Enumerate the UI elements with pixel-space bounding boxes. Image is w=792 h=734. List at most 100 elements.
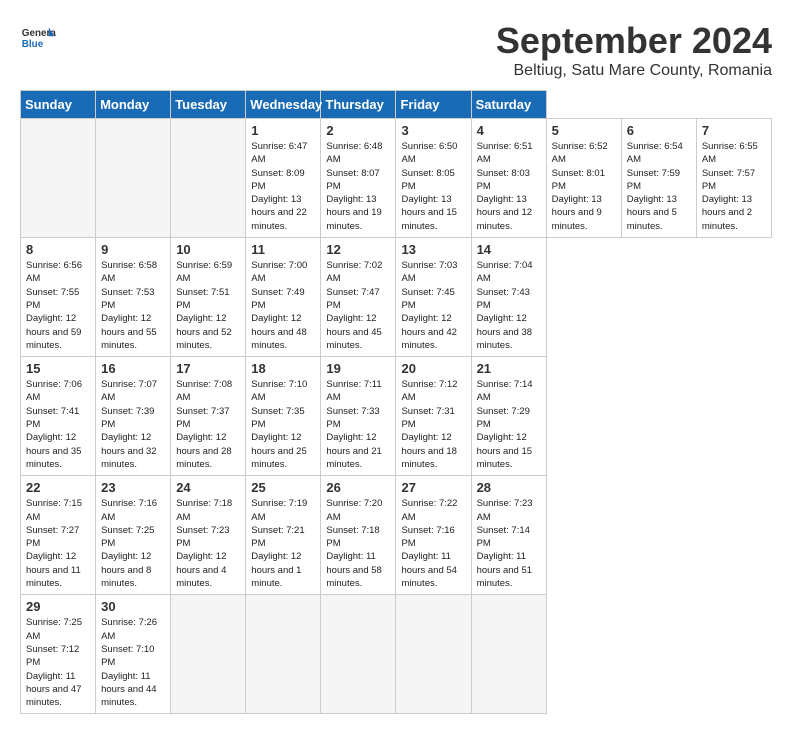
day-info: Sunrise: 6:48 AMSunset: 8:07 PMDaylight:… xyxy=(326,140,390,233)
calendar-cell: 12Sunrise: 7:02 AMSunset: 7:47 PMDayligh… xyxy=(321,238,396,357)
day-info: Sunrise: 7:19 AMSunset: 7:21 PMDaylight:… xyxy=(251,497,315,590)
calendar-cell: 3 Sunrise: 6:50 AMSunset: 8:05 PMDaylight… xyxy=(396,119,471,238)
calendar-cell: 15Sunrise: 7:06 AMSunset: 7:41 PMDayligh… xyxy=(21,357,96,476)
calendar-cell: 6 Sunrise: 6:54 AMSunset: 7:59 PMDaylight… xyxy=(621,119,696,238)
day-number: 17 xyxy=(176,361,240,376)
calendar-cell xyxy=(21,119,96,238)
column-header-sunday: Sunday xyxy=(21,91,96,119)
calendar-week-row: 22 Sunrise: 7:15 AMSunset: 7:27 PMDayligh… xyxy=(21,476,772,595)
day-info: Sunrise: 7:00 AMSunset: 7:49 PMDaylight:… xyxy=(251,259,315,352)
calendar-cell: 10Sunrise: 6:59 AMSunset: 7:51 PMDayligh… xyxy=(171,238,246,357)
day-number: 7 xyxy=(702,123,766,138)
day-info: Sunrise: 7:04 AMSunset: 7:43 PMDaylight:… xyxy=(477,259,541,352)
day-info: Sunrise: 6:58 AMSunset: 7:53 PMDaylight:… xyxy=(101,259,165,352)
day-info: Sunrise: 7:22 AMSunset: 7:16 PMDaylight:… xyxy=(401,497,465,590)
calendar-cell: 16 Sunrise: 7:07 AMSunset: 7:39 PMDayligh… xyxy=(96,357,171,476)
calendar-table: SundayMondayTuesdayWednesdayThursdayFrid… xyxy=(20,90,772,714)
calendar-cell xyxy=(246,595,321,714)
calendar-cell: 17 Sunrise: 7:08 AMSunset: 7:37 PMDayligh… xyxy=(171,357,246,476)
day-info: Sunrise: 7:08 AMSunset: 7:37 PMDaylight:… xyxy=(176,378,240,471)
logo-icon: General Blue xyxy=(20,20,56,56)
calendar-cell: 21Sunrise: 7:14 AMSunset: 7:29 PMDayligh… xyxy=(471,357,546,476)
day-info: Sunrise: 7:25 AMSunset: 7:12 PMDaylight:… xyxy=(26,616,90,709)
calendar-cell: 4 Sunrise: 6:51 AMSunset: 8:03 PMDaylight… xyxy=(471,119,546,238)
location-subtitle: Beltiug, Satu Mare County, Romania xyxy=(496,62,772,80)
day-info: Sunrise: 7:15 AMSunset: 7:27 PMDaylight:… xyxy=(26,497,90,590)
calendar-cell: 5 Sunrise: 6:52 AMSunset: 8:01 PMDaylight… xyxy=(546,119,621,238)
day-number: 12 xyxy=(326,242,390,257)
day-number: 27 xyxy=(401,480,465,495)
day-info: Sunrise: 6:54 AMSunset: 7:59 PMDaylight:… xyxy=(627,140,691,233)
calendar-cell: 9 Sunrise: 6:58 AMSunset: 7:53 PMDaylight… xyxy=(96,238,171,357)
column-header-thursday: Thursday xyxy=(321,91,396,119)
calendar-cell xyxy=(471,595,546,714)
day-number: 10 xyxy=(176,242,240,257)
day-number: 20 xyxy=(401,361,465,376)
day-number: 30 xyxy=(101,599,165,614)
day-info: Sunrise: 7:26 AMSunset: 7:10 PMDaylight:… xyxy=(101,616,165,709)
day-info: Sunrise: 7:03 AMSunset: 7:45 PMDaylight:… xyxy=(401,259,465,352)
day-info: Sunrise: 6:50 AMSunset: 8:05 PMDaylight:… xyxy=(401,140,465,233)
title-section: September 2024 Beltiug, Satu Mare County… xyxy=(496,20,772,80)
day-number: 9 xyxy=(101,242,165,257)
month-year-title: September 2024 xyxy=(496,20,772,62)
day-info: Sunrise: 6:51 AMSunset: 8:03 PMDaylight:… xyxy=(477,140,541,233)
calendar-cell xyxy=(96,119,171,238)
day-number: 21 xyxy=(477,361,541,376)
logo: General Blue xyxy=(20,20,56,56)
day-number: 19 xyxy=(326,361,390,376)
calendar-cell xyxy=(396,595,471,714)
calendar-cell: 19 Sunrise: 7:11 AMSunset: 7:33 PMDayligh… xyxy=(321,357,396,476)
calendar-week-row: 15Sunrise: 7:06 AMSunset: 7:41 PMDayligh… xyxy=(21,357,772,476)
calendar-cell: 26Sunrise: 7:20 AMSunset: 7:18 PMDayligh… xyxy=(321,476,396,595)
day-number: 18 xyxy=(251,361,315,376)
column-header-tuesday: Tuesday xyxy=(171,91,246,119)
day-number: 13 xyxy=(401,242,465,257)
calendar-week-row: 8 Sunrise: 6:56 AMSunset: 7:55 PMDaylight… xyxy=(21,238,772,357)
day-number: 11 xyxy=(251,242,315,257)
calendar-cell: 13 Sunrise: 7:03 AMSunset: 7:45 PMDayligh… xyxy=(396,238,471,357)
day-info: Sunrise: 7:10 AMSunset: 7:35 PMDaylight:… xyxy=(251,378,315,471)
day-number: 24 xyxy=(176,480,240,495)
calendar-cell: 18 Sunrise: 7:10 AMSunset: 7:35 PMDayligh… xyxy=(246,357,321,476)
day-info: Sunrise: 7:20 AMSunset: 7:18 PMDaylight:… xyxy=(326,497,390,590)
calendar-cell xyxy=(171,595,246,714)
day-info: Sunrise: 7:07 AMSunset: 7:39 PMDaylight:… xyxy=(101,378,165,471)
day-number: 25 xyxy=(251,480,315,495)
day-number: 2 xyxy=(326,123,390,138)
day-info: Sunrise: 7:23 AMSunset: 7:14 PMDaylight:… xyxy=(477,497,541,590)
day-number: 14 xyxy=(477,242,541,257)
day-number: 5 xyxy=(552,123,616,138)
calendar-cell: 7 Sunrise: 6:55 AMSunset: 7:57 PMDaylight… xyxy=(696,119,771,238)
calendar-cell: 22 Sunrise: 7:15 AMSunset: 7:27 PMDayligh… xyxy=(21,476,96,595)
calendar-cell: 27 Sunrise: 7:22 AMSunset: 7:16 PMDayligh… xyxy=(396,476,471,595)
day-number: 22 xyxy=(26,480,90,495)
day-info: Sunrise: 6:56 AMSunset: 7:55 PMDaylight:… xyxy=(26,259,90,352)
calendar-cell: 11 Sunrise: 7:00 AMSunset: 7:49 PMDayligh… xyxy=(246,238,321,357)
svg-text:Blue: Blue xyxy=(22,39,44,50)
day-info: Sunrise: 6:52 AMSunset: 8:01 PMDaylight:… xyxy=(552,140,616,233)
calendar-cell: 24Sunrise: 7:18 AMSunset: 7:23 PMDayligh… xyxy=(171,476,246,595)
day-number: 4 xyxy=(477,123,541,138)
day-number: 8 xyxy=(26,242,90,257)
calendar-cell: 8 Sunrise: 6:56 AMSunset: 7:55 PMDaylight… xyxy=(21,238,96,357)
calendar-header-row: SundayMondayTuesdayWednesdayThursdayFrid… xyxy=(21,91,772,119)
calendar-cell: 20Sunrise: 7:12 AMSunset: 7:31 PMDayligh… xyxy=(396,357,471,476)
day-number: 23 xyxy=(101,480,165,495)
day-number: 3 xyxy=(401,123,465,138)
calendar-cell: 28Sunrise: 7:23 AMSunset: 7:14 PMDayligh… xyxy=(471,476,546,595)
day-info: Sunrise: 6:55 AMSunset: 7:57 PMDaylight:… xyxy=(702,140,766,233)
day-info: Sunrise: 7:11 AMSunset: 7:33 PMDaylight:… xyxy=(326,378,390,471)
column-header-friday: Friday xyxy=(396,91,471,119)
day-number: 15 xyxy=(26,361,90,376)
day-number: 16 xyxy=(101,361,165,376)
calendar-week-row: 1Sunrise: 6:47 AMSunset: 8:09 PMDaylight… xyxy=(21,119,772,238)
day-number: 29 xyxy=(26,599,90,614)
column-header-saturday: Saturday xyxy=(471,91,546,119)
calendar-cell: 30 Sunrise: 7:26 AMSunset: 7:10 PMDayligh… xyxy=(96,595,171,714)
day-number: 1 xyxy=(251,123,315,138)
page-header: General Blue September 2024 Beltiug, Sat… xyxy=(20,20,772,80)
calendar-cell: 2 Sunrise: 6:48 AMSunset: 8:07 PMDaylight… xyxy=(321,119,396,238)
calendar-cell: 23Sunrise: 7:16 AMSunset: 7:25 PMDayligh… xyxy=(96,476,171,595)
day-number: 6 xyxy=(627,123,691,138)
